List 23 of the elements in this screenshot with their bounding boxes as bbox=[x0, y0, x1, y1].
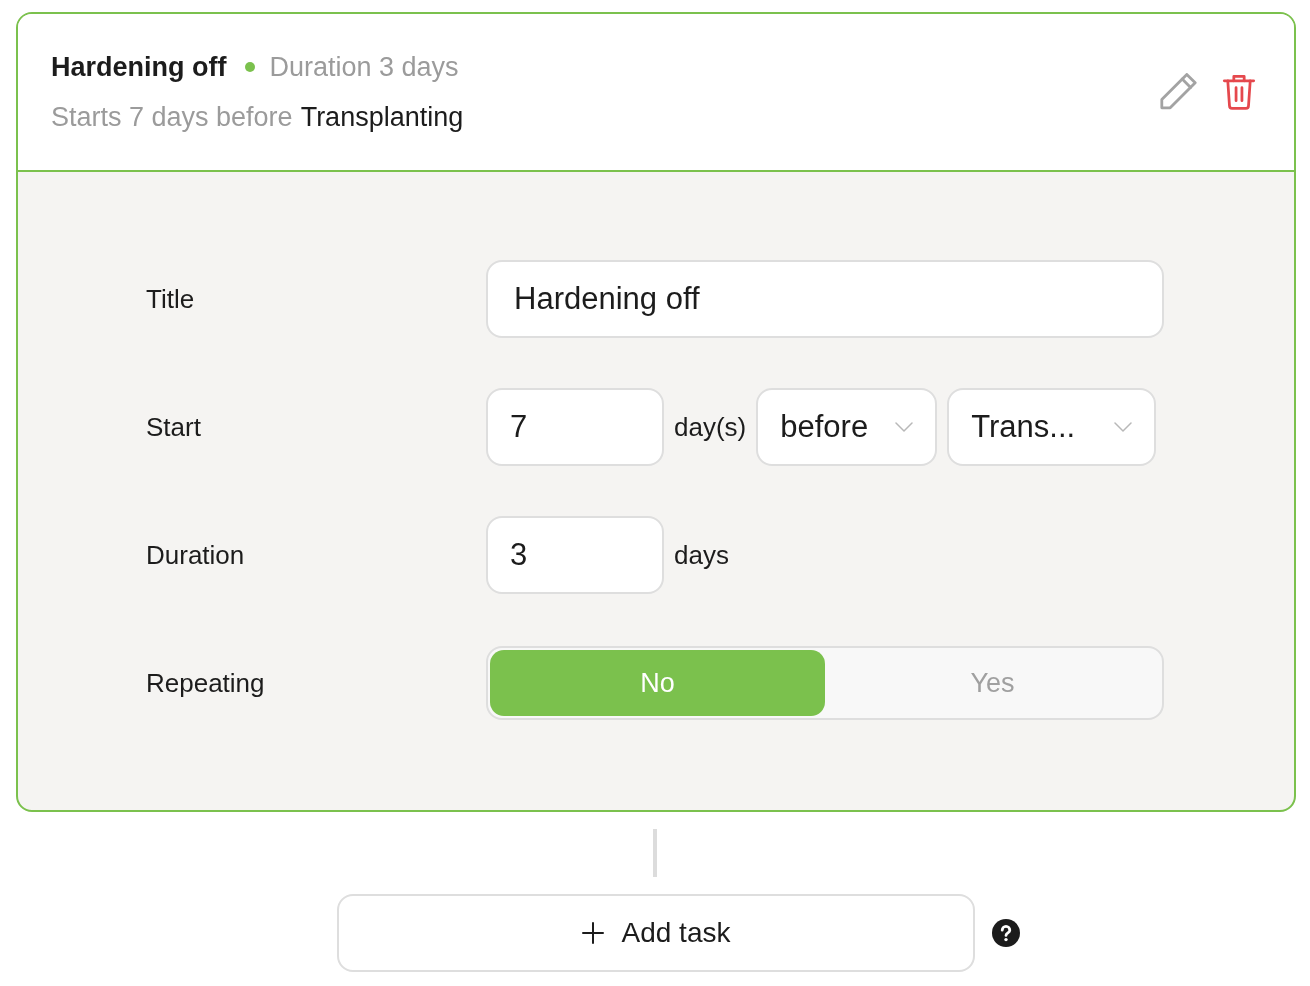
title-field[interactable]: Hardening off bbox=[486, 260, 1164, 338]
pencil-icon[interactable] bbox=[1159, 73, 1197, 111]
field-label: Repeating bbox=[146, 667, 266, 699]
plus-icon bbox=[581, 922, 604, 944]
relation-select[interactable]: before bbox=[756, 388, 938, 466]
separator-dot-icon bbox=[244, 62, 255, 72]
trash-icon[interactable] bbox=[1222, 73, 1256, 111]
start-summary: Starts 7 days before bbox=[51, 101, 293, 133]
chevron-down-icon bbox=[1114, 422, 1133, 432]
duration-summary: Duration 3 days bbox=[269, 51, 459, 83]
field-label: Title bbox=[146, 283, 196, 315]
help-icon[interactable] bbox=[992, 919, 1020, 947]
offset-field[interactable]: 7 bbox=[486, 388, 664, 466]
unit-text: day(s) bbox=[674, 411, 747, 443]
add-task-button[interactable]: Add task bbox=[337, 894, 975, 972]
anchor-select[interactable]: Trans... bbox=[947, 388, 1157, 466]
task-title: Hardening off bbox=[51, 51, 227, 83]
chevron-down-icon bbox=[895, 422, 914, 432]
duration-field[interactable]: 3 bbox=[486, 516, 664, 594]
field-label: Start bbox=[146, 411, 202, 443]
field-label: Duration bbox=[146, 539, 246, 571]
unit-text: days bbox=[674, 539, 729, 571]
start-anchor: Transplanting bbox=[300, 101, 464, 133]
